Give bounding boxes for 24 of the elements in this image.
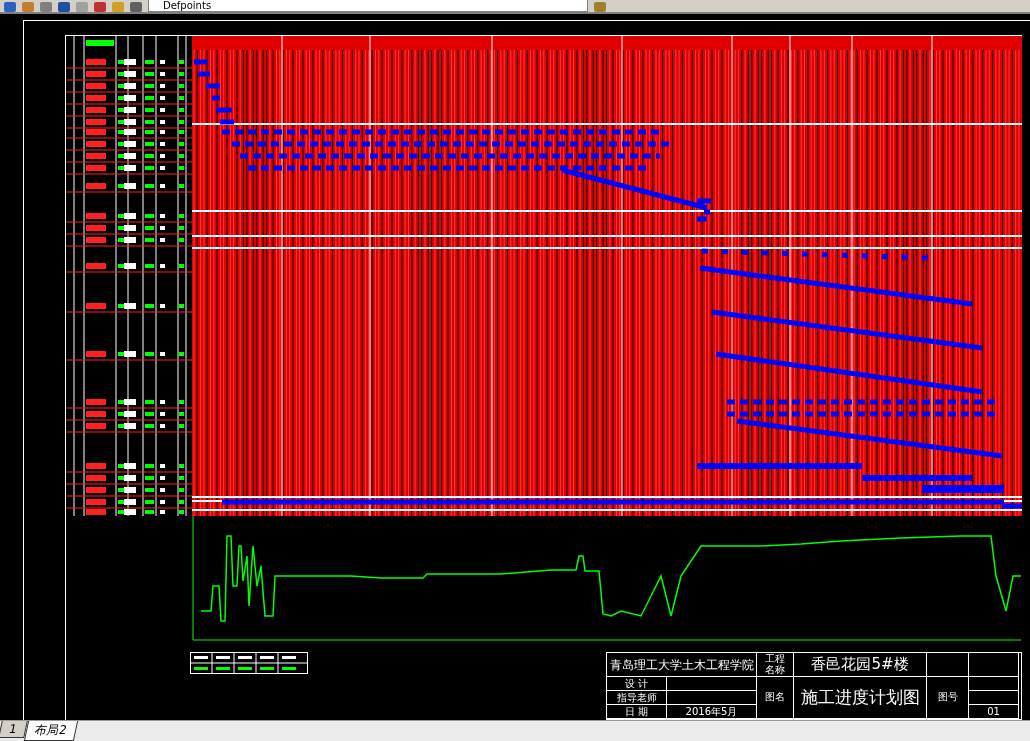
toolbar-icon[interactable] — [594, 2, 606, 12]
field-label: 指导老师 — [607, 691, 667, 705]
layout-tab[interactable]: 1 — [0, 721, 28, 738]
drawing-label: 图名 — [757, 677, 794, 719]
toolbar-icon[interactable] — [130, 2, 142, 12]
number-label: 图号 — [927, 677, 969, 719]
toolbar-icon[interactable] — [58, 2, 70, 12]
toolbar-icon[interactable] — [22, 2, 34, 12]
layout-tab[interactable]: 布局2 — [23, 721, 78, 741]
table-cell — [969, 677, 1019, 691]
field-label: 设 计 — [607, 677, 667, 691]
toolbar-icon[interactable] — [76, 2, 88, 12]
field-label: 日 期 — [607, 705, 667, 719]
toolbar-icon[interactable] — [40, 2, 52, 12]
toolbar-icon[interactable] — [4, 2, 16, 12]
school-name: 青岛理工大学土木工程学院 — [607, 653, 757, 677]
toolbar-icon[interactable] — [94, 2, 106, 12]
field-value: 2016年5月 — [685, 706, 738, 717]
drawing-number: 01 — [987, 706, 1000, 717]
project-name: 香邑花园5#楼 — [794, 653, 927, 677]
layer-dropdown[interactable]: Defpoints — [148, 0, 588, 12]
project-label: 工程名称 — [757, 653, 794, 677]
toolbar-icon[interactable] — [112, 2, 124, 12]
drawing-title: 施工进度计划图 — [794, 677, 927, 719]
